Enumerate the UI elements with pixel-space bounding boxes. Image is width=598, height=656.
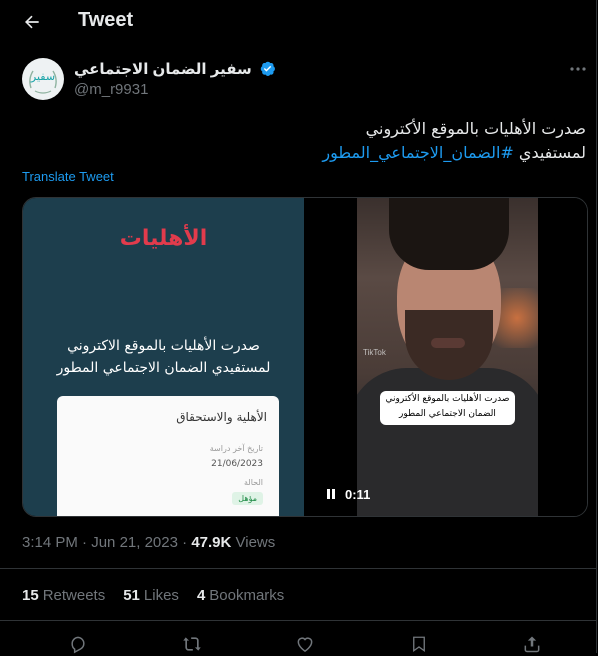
author-handle[interactable]: @m_r9931 <box>74 81 148 98</box>
hashtag-link[interactable]: #الضمان_الاجتماعي_المطور <box>322 143 513 162</box>
translate-tweet-link[interactable]: Translate Tweet <box>22 169 114 184</box>
action-bar <box>0 628 596 654</box>
back-arrow-icon <box>25 15 39 29</box>
retweets-stat[interactable]: 15 Retweets <box>22 587 105 604</box>
avatar[interactable]: سفير <box>22 58 64 100</box>
image-line-2: لمستفيدي الضمان الاجتماعي المطور <box>56 360 271 376</box>
card-label-status: الحالة <box>244 478 263 487</box>
tweet-line-1: صدرت الأهليات بالموقع الأكتروني <box>365 119 586 138</box>
person-mouth <box>431 338 465 348</box>
tweet-meta: 3:14 PM · Jun 21, 2023 · 47.9K Views <box>22 534 276 551</box>
retweet-icon <box>183 637 201 651</box>
video-caption: صدرت الأهليات بالموقع الأكتروني الضمان ا… <box>380 391 515 425</box>
author-name[interactable]: سفير الضمان الاجتماعي <box>74 60 276 78</box>
header: Tweet <box>0 0 596 42</box>
verified-badge-icon <box>260 61 275 76</box>
more-options-icon <box>570 67 586 71</box>
tweet-time[interactable]: 3:14 PM <box>22 534 78 551</box>
like-icon <box>297 637 313 652</box>
divider <box>0 568 596 569</box>
pause-button[interactable] <box>325 488 337 500</box>
avatar-logo-text: سفير <box>30 70 56 83</box>
likes-label: Likes <box>143 587 179 604</box>
video-controls: 0:11 <box>325 485 370 503</box>
page-title: Tweet <box>78 9 134 31</box>
bookmarks-label: Bookmarks <box>209 587 285 604</box>
back-button[interactable] <box>20 10 44 34</box>
eligibility-card: الأهلية والاستحقاق تاريخ آخر دراسة 21/06… <box>57 396 279 516</box>
pause-icon <box>327 489 335 499</box>
status-badge: مؤهل <box>232 492 263 505</box>
tweet-text: صدرت الأهليات بالموقع الأكتروني لمستفيدي… <box>26 117 586 165</box>
views-count: 47.9K <box>191 534 232 551</box>
image-line-1: صدرت الأهليات بالموقع الاكتروني <box>67 338 260 354</box>
share-icon <box>524 636 540 653</box>
tweet-page: Tweet سفير سفير الضمان الاجتماعي @m_r993… <box>0 0 597 654</box>
tweet-date[interactable]: Jun 21, 2023 <box>91 534 178 551</box>
media-container: الأهليات صدرت الأهليات بالموقع الاكتروني… <box>22 197 588 517</box>
card-label-last-study: تاريخ آخر دراسة <box>209 444 263 453</box>
divider <box>0 620 596 621</box>
reply-icon <box>71 636 85 654</box>
author-display-name: سفير الضمان الاجتماعي <box>74 61 252 78</box>
tweet-line-2-text: لمستفيدي <box>513 143 586 162</box>
video-caption-line-1: صدرت الأهليات بالموقع الأكتروني <box>385 394 510 404</box>
tweet-stats: 15 Retweets 51 Likes 4 Bookmarks <box>22 587 302 604</box>
card-title: الأهلية والاستحقاق <box>176 410 267 424</box>
bookmarks-count: 4 <box>196 587 206 604</box>
video-frame[interactable]: TikTok صدرت الأهليات بالموقع الأكتروني ا… <box>357 198 538 516</box>
media-image[interactable]: الأهليات صدرت الأهليات بالموقع الاكتروني… <box>23 198 304 516</box>
more-options-button[interactable] <box>564 59 592 79</box>
retweets-count: 15 <box>22 587 39 604</box>
media-video[interactable]: TikTok صدرت الأهليات بالموقع الأكتروني ا… <box>304 198 587 516</box>
image-heading: الأهليات <box>119 226 208 251</box>
views-label: Views <box>235 534 276 551</box>
tweet-line-2: لمستفيدي #الضمان_الاجتماعي_المطور <box>26 141 586 165</box>
bookmark-icon <box>413 636 425 653</box>
bookmarks-stat[interactable]: 4 Bookmarks <box>197 587 284 604</box>
video-time: 0:11 <box>345 486 371 502</box>
likes-count: 51 <box>123 587 140 604</box>
likes-stat[interactable]: 51 Likes <box>123 587 179 604</box>
video-caption-line-2: الضمان الاجتماعي المطور <box>399 409 496 419</box>
person-hair <box>389 198 509 270</box>
retweets-label: Retweets <box>42 587 106 604</box>
tiktok-watermark: TikTok <box>363 348 386 357</box>
card-date: 21/06/2023 <box>211 459 263 469</box>
